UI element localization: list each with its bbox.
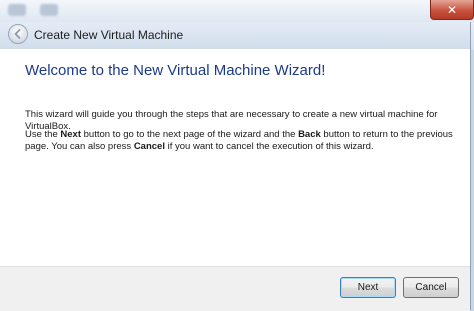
cancel-keyword: Cancel — [133, 141, 165, 152]
background-toolbar — [0, 0, 474, 22]
wizard-content: Welcome to the New Virtual Machine Wizar… — [0, 48, 470, 289]
instructions-text: Use the — [25, 129, 61, 140]
wizard-title: Create New Virtual Machine — [34, 28, 184, 42]
back-arrow-icon — [14, 29, 21, 39]
background-new-icon — [8, 4, 26, 16]
close-icon: ✕ — [446, 2, 458, 17]
instructions-text: if you want to cancel the execution of t… — [164, 141, 374, 152]
next-button[interactable]: Next — [340, 277, 396, 298]
wizard-window: Create New Virtual Machine Welcome to th… — [0, 22, 471, 311]
back-keyword: Back — [298, 129, 321, 140]
background-settings-icon — [40, 4, 58, 16]
wizard-heading: Welcome to the New Virtual Machine Wizar… — [25, 62, 326, 79]
close-button[interactable]: ✕ — [430, 0, 474, 20]
wizard-titlebar: Create New Virtual Machine — [0, 22, 470, 48]
cancel-button[interactable]: Cancel — [403, 277, 459, 298]
back-button[interactable] — [8, 24, 28, 44]
instructions-paragraph: Use the Next button to go to the next pa… — [25, 129, 465, 153]
wizard-footer: Next Cancel — [0, 266, 470, 311]
next-keyword: Next — [60, 129, 81, 140]
instructions-text: button to go to the next page of the wiz… — [80, 129, 299, 140]
